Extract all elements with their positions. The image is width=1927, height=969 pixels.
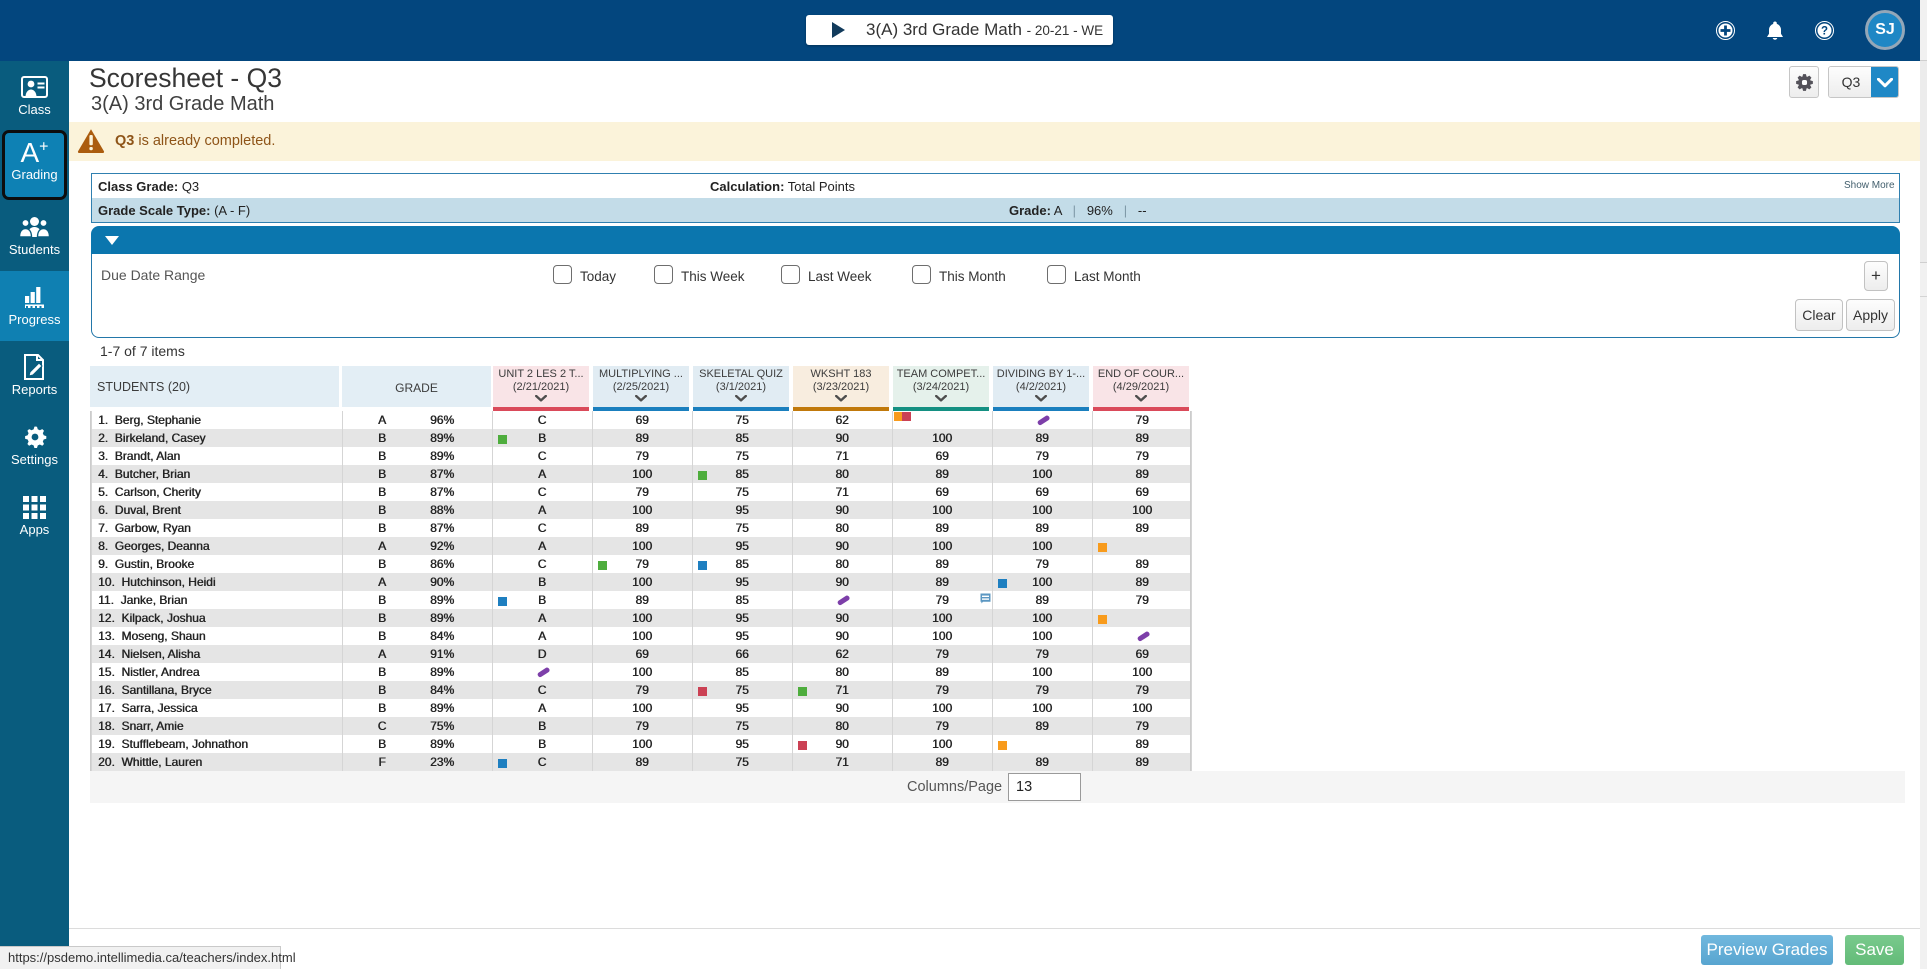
svg-text:?: ? — [1821, 25, 1828, 37]
